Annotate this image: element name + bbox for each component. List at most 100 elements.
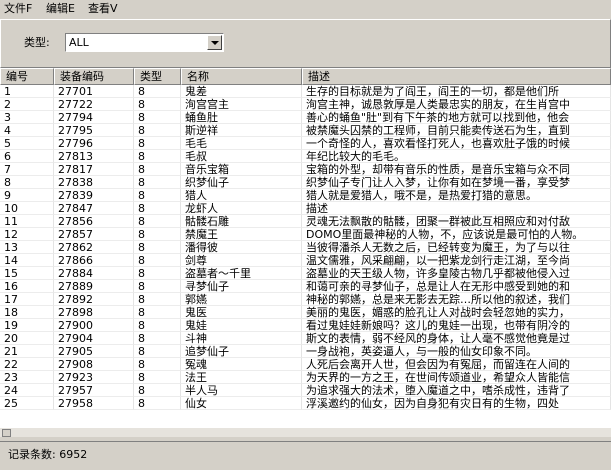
- cell-code: 27701: [54, 85, 134, 98]
- cell-type: 8: [134, 189, 181, 202]
- table-row[interactable]: 18 27898 8 鬼医 美丽的鬼医，媚惑的脸孔让人对战时会轻忽她的实力，: [0, 306, 611, 319]
- cell-type: 8: [134, 215, 181, 228]
- cell-description: 年纪比较大的毛毛。: [302, 150, 611, 163]
- cell-code: 27900: [54, 319, 134, 332]
- table-row[interactable]: 11 27856 8 骷髅石雕 灵魂无法飘散的骷髅，团聚一群被此互相照应和对付敌: [0, 215, 611, 228]
- table-row[interactable]: 7 27817 8 音乐宝箱 宝箱的外型，却带有音乐的性质，是音乐宝箱与众不同: [0, 163, 611, 176]
- cell-id: 20: [0, 332, 54, 345]
- cell-name: 斯逆祥: [181, 124, 302, 137]
- cell-id: 18: [0, 306, 54, 319]
- cell-name: 斗神: [181, 332, 302, 345]
- cell-type: 8: [134, 137, 181, 150]
- table-row[interactable]: 14 27866 8 剑尊 温文儒雅，风采翩翩，以一把紫龙剑行走江湖，至今尚: [0, 254, 611, 267]
- column-header-description[interactable]: 描述: [302, 68, 611, 85]
- table-row[interactable]: 9 27839 8 猎人 猎人就是爱猎人，哦不是，是热爱打猎的意思。: [0, 189, 611, 202]
- cell-name: 毛叔: [181, 150, 302, 163]
- cell-id: 24: [0, 384, 54, 397]
- cell-id: 23: [0, 371, 54, 384]
- column-header-type[interactable]: 类型: [134, 68, 181, 85]
- cell-name: 蛹鱼肚: [181, 111, 302, 124]
- cell-description: 善心的蛹鱼"肚"到有下午茶的地方就可以找到他，他会: [302, 111, 611, 124]
- menu-view[interactable]: 查看V: [88, 2, 118, 15]
- cell-name: 寻梦仙子: [181, 280, 302, 293]
- cell-name: 鬼娃: [181, 319, 302, 332]
- cell-name: 潘得彼: [181, 241, 302, 254]
- cell-id: 6: [0, 150, 54, 163]
- cell-name: 盗墓者～千里: [181, 267, 302, 280]
- table-row[interactable]: 21 27905 8 追梦仙子 一身战袍，英姿逼人，与一般的仙女印象不同。: [0, 345, 611, 358]
- cell-type: 8: [134, 397, 181, 410]
- cell-type: 8: [134, 85, 181, 98]
- menu-bar: 文件F 编辑E 查看V: [0, 0, 611, 18]
- cell-name: 猎人: [181, 189, 302, 202]
- table-row[interactable]: 25 27958 8 仙女 浮溪邀约的仙女，因为自身犯有灾日有的生物，四处: [0, 397, 611, 410]
- cell-description: 人死后会离开人世，但会因为有冤屈，而留连在人间的: [302, 358, 611, 371]
- cell-description: 猎人就是爱猎人，哦不是，是热爱打猎的意思。: [302, 189, 611, 202]
- cell-name: 法王: [181, 371, 302, 384]
- cell-name: 毛毛: [181, 137, 302, 150]
- cell-id: 25: [0, 397, 54, 410]
- table-row[interactable]: 19 27900 8 鬼娃 看过鬼娃娃新娘吗？这儿的鬼娃一出现，也带有阴冷的: [0, 319, 611, 332]
- cell-type: 8: [134, 371, 181, 384]
- cell-code: 27892: [54, 293, 134, 306]
- cell-description: 洵宫主神，诚恳敦厚是人类最忠实的朋友，在生肖宫中: [302, 98, 611, 111]
- cell-description: 一个奇怪的人，喜欢看怪打死人，也喜欢肚子饿的时候: [302, 137, 611, 150]
- cell-description: 浮溪邀约的仙女，因为自身犯有灾日有的生物，四处: [302, 397, 611, 410]
- table-row[interactable]: 8 27838 8 织梦仙子 织梦仙子专门让人入梦，让你有如在梦境一番，享受梦: [0, 176, 611, 189]
- cell-id: 3: [0, 111, 54, 124]
- chevron-down-icon: [211, 41, 219, 45]
- column-header-code[interactable]: 装备编码: [54, 68, 134, 85]
- menu-file[interactable]: 文件F: [4, 2, 32, 15]
- table-row[interactable]: 23 27923 8 法王 为天界的一方之王，在世间传颂道业，希望众人皆能信: [0, 371, 611, 384]
- table-row[interactable]: 16 27889 8 寻梦仙子 和蔼可亲的寻梦仙子，总是让人在无形中感受到她的和: [0, 280, 611, 293]
- table-row[interactable]: 17 27892 8 郭嬿 神秘的郭嬿，总是来无影去无踪…所以他的叙述，我们: [0, 293, 611, 306]
- record-count-value: 6952: [59, 448, 88, 461]
- table-row[interactable]: 10 27847 8 龙虾人 描述: [0, 202, 611, 215]
- cell-id: 10: [0, 202, 54, 215]
- cell-description: DOMO里面最神秘的人物，不，应该说是最可怕的人物。: [302, 228, 611, 241]
- cell-description: 当彼得潘杀人无数之后，已经转变为魔王，为了与以往: [302, 241, 611, 254]
- type-select[interactable]: ALL: [65, 33, 224, 52]
- cell-code: 27839: [54, 189, 134, 202]
- equipment-table[interactable]: 编号 装备编码 类型 名称 描述 1 27701 8 鬼差 生存的目标就是为了阎王，阎王…: [0, 68, 611, 427]
- cell-type: 8: [134, 280, 181, 293]
- cell-name: 骷髅石雕: [181, 215, 302, 228]
- table-row[interactable]: 13 27862 8 潘得彼 当彼得潘杀人无数之后，已经转变为魔王，为了与以往: [0, 241, 611, 254]
- cell-code: 27795: [54, 124, 134, 137]
- cell-code: 27794: [54, 111, 134, 124]
- cell-code: 27866: [54, 254, 134, 267]
- menu-edit[interactable]: 编辑E: [46, 2, 75, 15]
- table-row[interactable]: 4 27795 8 斯逆祥 被禁魔头囚禁的工程师，目前只能卖传送石为生，直到: [0, 124, 611, 137]
- table-row[interactable]: 22 27908 8 冤魂 人死后会离开人世，但会因为有冤屈，而留连在人间的: [0, 358, 611, 371]
- table-row[interactable]: 24 27957 8 半人马 为追求强大的法术，堕入魔道之中，嗜杀成性，违背了: [0, 384, 611, 397]
- dropdown-button[interactable]: [207, 35, 222, 50]
- cell-type: 8: [134, 228, 181, 241]
- cell-name: 禁魔王: [181, 228, 302, 241]
- column-header-id[interactable]: 编号: [0, 68, 54, 85]
- cell-id: 4: [0, 124, 54, 137]
- column-header-name[interactable]: 名称: [181, 68, 302, 85]
- scrollbar-thumb[interactable]: [2, 429, 11, 437]
- cell-description: 一身战袍，英姿逼人，与一般的仙女印象不同。: [302, 345, 611, 358]
- table-row[interactable]: 20 27904 8 斗神 斯文的表情，弱不经风的身体，让人毫不感觉他竟是过: [0, 332, 611, 345]
- cell-description: 盗墓业的天王级人物，许多皇陵古物几乎都被他侵入过: [302, 267, 611, 280]
- table-row[interactable]: 2 27722 8 洵宫宫主 洵宫主神，诚恳敦厚是人类最忠实的朋友，在生肖宫中: [0, 98, 611, 111]
- table-row[interactable]: 6 27813 8 毛叔 年纪比较大的毛毛。: [0, 150, 611, 163]
- cell-id: 21: [0, 345, 54, 358]
- cell-id: 13: [0, 241, 54, 254]
- table-row[interactable]: 3 27794 8 蛹鱼肚 善心的蛹鱼"肚"到有下午茶的地方就可以找到他，他会: [0, 111, 611, 124]
- cell-name: 半人马: [181, 384, 302, 397]
- cell-id: 11: [0, 215, 54, 228]
- table-row[interactable]: 5 27796 8 毛毛 一个奇怪的人，喜欢看怪打死人，也喜欢肚子饿的时候: [0, 137, 611, 150]
- cell-description: 为追求强大的法术，堕入魔道之中，嗜杀成性，违背了: [302, 384, 611, 397]
- table-row[interactable]: 12 27857 8 禁魔王 DOMO里面最神秘的人物，不，应该说是最可怕的人物。: [0, 228, 611, 241]
- type-label: 类型:: [24, 36, 50, 49]
- table-row[interactable]: 1 27701 8 鬼差 生存的目标就是为了阎王，阎王的一切，都是他们所: [0, 85, 611, 98]
- cell-code: 27862: [54, 241, 134, 254]
- cell-code: 27884: [54, 267, 134, 280]
- table-row[interactable]: 15 27884 8 盗墓者～千里 盗墓业的天王级人物，许多皇陵古物几乎都被他侵入过: [0, 267, 611, 280]
- cell-id: 19: [0, 319, 54, 332]
- cell-type: 8: [134, 358, 181, 371]
- horizontal-scrollbar[interactable]: [0, 427, 611, 437]
- record-count: 记录条数: 6952: [8, 448, 87, 462]
